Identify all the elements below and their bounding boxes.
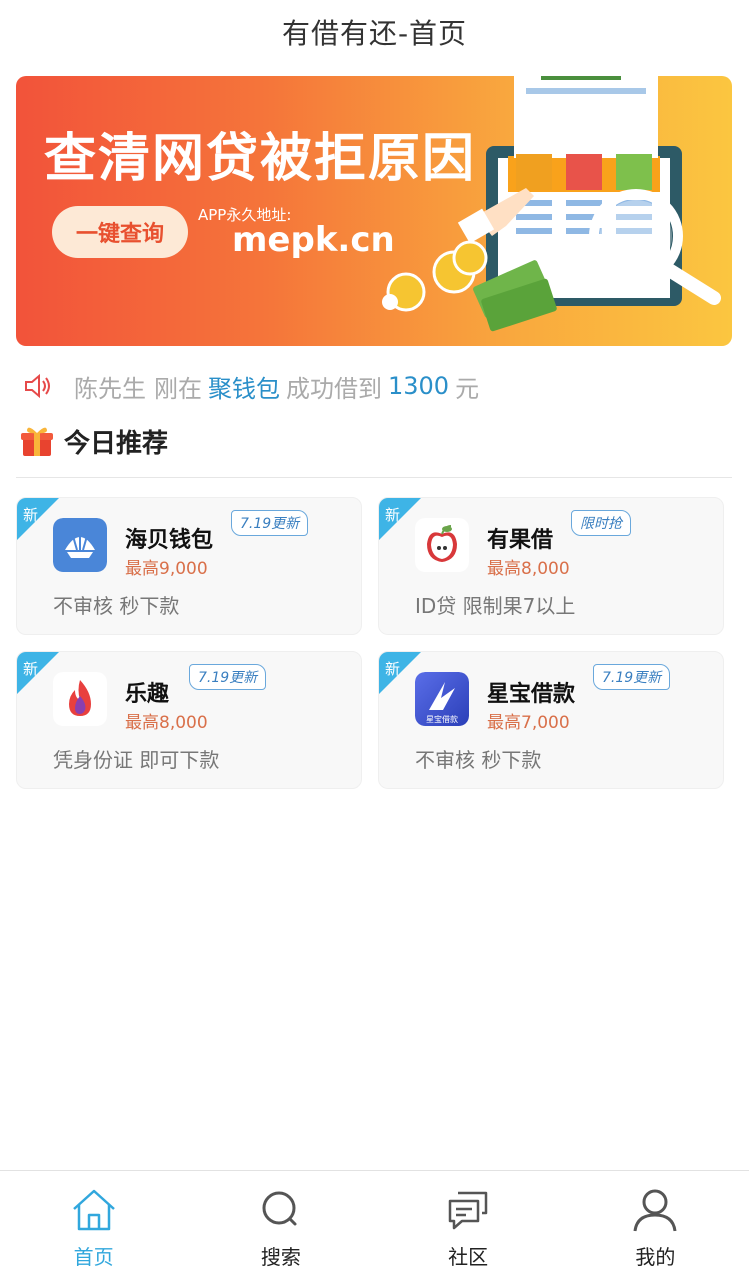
product-desc: 不审核 秒下款 [53, 594, 180, 618]
product-name: 乐趣 [125, 682, 170, 707]
notice-product: 聚钱包 [208, 374, 280, 403]
product-desc: ID贷 限制果7以上 [415, 594, 576, 618]
shell-icon [53, 518, 107, 572]
one-click-query-button[interactable]: 一键查询 [52, 206, 188, 258]
limited-badge: 限时抢 [571, 510, 631, 536]
new-tag-label: 新 [23, 660, 38, 678]
promo-banner[interactable]: 查清网贷被拒原因 一键查询 APP永久地址: mepk.cn [16, 76, 732, 346]
speaker-icon [25, 373, 50, 399]
product-name: 海贝钱包 [125, 528, 214, 553]
tab-home[interactable]: 首页 [0, 1171, 187, 1280]
user-icon [633, 1189, 677, 1232]
recommend-header: 今日推荐 [20, 418, 168, 464]
gift-icon [21, 427, 53, 456]
tab-search[interactable]: 搜索 [187, 1171, 374, 1280]
monitor-illustration-icon [382, 76, 721, 332]
home-icon [72, 1189, 115, 1231]
product-card-lequ[interactable]: 新 乐趣 7.19更新 最高8,000 凭身份证 即可下款 [16, 651, 362, 789]
flame-icon [53, 672, 107, 726]
new-tag-label: 新 [23, 506, 38, 524]
notice-verb: 刚在 [154, 374, 202, 403]
product-card-xingbao[interactable]: 新 星宝借款 星宝借款 7.19更新 最高7,000 不审核 秒下款 [378, 651, 724, 789]
product-name: 有果借 [487, 528, 554, 553]
tab-me[interactable]: 我的 [562, 1171, 749, 1280]
notice-unit: 元 [455, 374, 480, 403]
star-logo-icon: 星宝借款 [415, 672, 469, 726]
page-title: 有借有还-首页 [281, 17, 468, 50]
product-max-amount: 最高9,000 [125, 559, 208, 579]
notice-action: 成功借到 [286, 374, 382, 403]
new-tag-label: 新 [385, 506, 400, 524]
tab-community[interactable]: 社区 [375, 1171, 562, 1280]
chat-icon [448, 1191, 488, 1230]
section-title: 今日推荐 [64, 428, 169, 459]
tab-label: 我的 [635, 1245, 676, 1269]
product-max-amount: 最高8,000 [487, 559, 570, 579]
top-bar: 有借有还-首页 [0, 0, 749, 64]
tab-label: 社区 [448, 1245, 489, 1269]
tab-label: 首页 [73, 1245, 114, 1269]
product-max-amount: 最高8,000 [125, 713, 208, 733]
product-desc: 凭身份证 即可下款 [53, 748, 220, 772]
product-max-amount: 最高7,000 [487, 713, 570, 733]
notice-amount: 1300 [388, 372, 450, 400]
new-tag-label: 新 [385, 660, 400, 678]
apple-icon [415, 518, 469, 572]
update-badge: 7.19更新 [231, 510, 309, 536]
product-name: 星宝借款 [487, 682, 576, 707]
logo-text: 星宝借款 [426, 714, 458, 724]
product-desc: 不审核 秒下款 [415, 748, 542, 772]
search-icon [262, 1191, 297, 1226]
section-divider [16, 477, 732, 478]
product-card-haibei[interactable]: 新 海贝钱包 7.19更新 最高9,000 不审核 秒下款 [16, 497, 362, 635]
update-badge: 7.19更新 [593, 664, 671, 690]
update-badge: 7.19更新 [189, 664, 267, 690]
product-card-youguojie[interactable]: 新 有果借 限时抢 最高8,000 ID贷 限制果7以上 [378, 497, 724, 635]
bottom-tab-bar: 首页 搜索 社区 我的 [0, 1170, 749, 1280]
loan-notice: 陈先生 刚在 聚钱包 成功借到 1300 元 [22, 366, 479, 406]
notice-user: 陈先生 [74, 374, 146, 403]
tab-label: 搜索 [260, 1245, 301, 1269]
